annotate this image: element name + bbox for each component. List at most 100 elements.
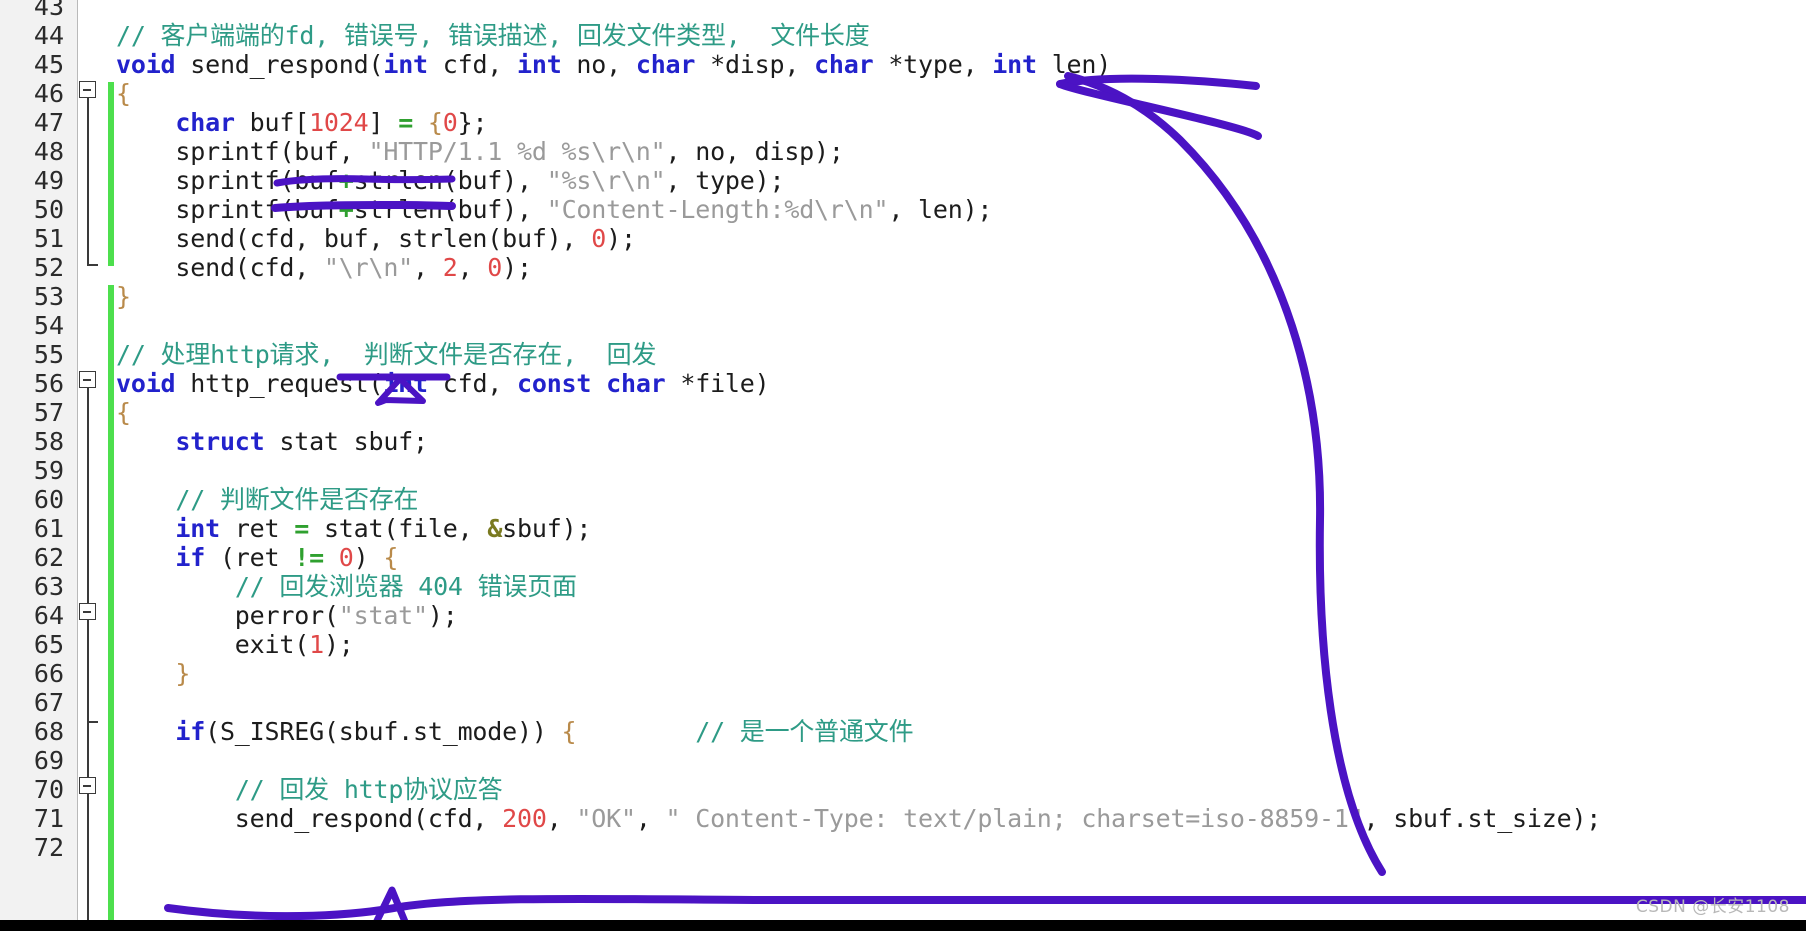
line-number: 64 xyxy=(33,601,64,630)
line-number: 66 xyxy=(33,659,64,688)
code-token: (S_ISREG(sbuf.st_mode)) xyxy=(205,717,562,746)
line-number: 45 xyxy=(33,50,64,79)
code-line-47[interactable]: char buf[1024] = {0}; xyxy=(116,108,487,137)
code-token: if xyxy=(175,717,206,746)
code-line-46[interactable]: { xyxy=(116,79,131,108)
code-line-51[interactable]: send(cfd, buf, strlen(buf), 0); xyxy=(116,224,636,253)
line-number: 68 xyxy=(33,717,64,746)
code-editor-screenshot: 43 44 45 46 47 48 49 50 51 52 53 54 55 56 57 58 59 60 61 62… xyxy=(0,0,1806,931)
code-token: ) xyxy=(353,543,384,572)
code-line-60[interactable]: // 判断文件是否存在 xyxy=(116,485,418,514)
code-token: char xyxy=(635,50,696,79)
code-token: + xyxy=(338,195,354,224)
code-token: sprintf(buf, xyxy=(116,137,369,166)
code-line-52[interactable]: send(cfd, "\r\n", 2, 0); xyxy=(116,253,532,282)
code-token: = xyxy=(294,514,310,543)
code-token: , xyxy=(546,804,577,833)
code-line-68[interactable]: if(S_ISREG(sbuf.st_mode)) { // 是一个普通文件 xyxy=(116,717,913,746)
code-token: int xyxy=(175,514,220,543)
fold-toggle-line62[interactable] xyxy=(79,603,96,620)
code-token: strlen(buf), xyxy=(353,166,547,195)
code-token: exit( xyxy=(116,630,310,659)
code-token: "OK" xyxy=(576,804,636,833)
line-number: 46 xyxy=(33,79,64,108)
code-token: }; xyxy=(457,108,488,137)
code-token: char xyxy=(814,50,874,79)
code-token: 2 xyxy=(442,253,458,282)
code-line-58[interactable]: struct stat sbuf; xyxy=(116,427,428,456)
line-number: 59 xyxy=(33,456,64,485)
line-number: 52 xyxy=(33,253,64,282)
code-line-64[interactable]: perror("stat"); xyxy=(116,601,458,630)
code-line-56[interactable]: void http_request(int cfd, const char *f… xyxy=(116,369,770,398)
fold-bracket-foot-line53 xyxy=(87,264,98,266)
code-token: , xyxy=(457,253,488,282)
code-token: ); xyxy=(427,601,458,630)
code-editor-pane[interactable]: 43 44 45 46 47 48 49 50 51 52 53 54 55 56 57 58 59 60 61 62… xyxy=(0,0,1806,922)
code-text-area[interactable]: // 客户端端的fd, 错误号, 错误描述, 回发文件类型, 文件长度 void … xyxy=(116,0,1806,922)
code-line-62[interactable]: if (ret != 0) { xyxy=(116,543,398,572)
code-line-70[interactable]: // 回发 http协议应答 xyxy=(116,775,503,804)
code-line-55[interactable]: // 处理http请求, 判断文件是否存在, 回发 xyxy=(116,340,656,369)
code-line-45[interactable]: void send_respond(int cfd, int no, char … xyxy=(116,50,1111,79)
bottom-black-bar xyxy=(0,920,1806,931)
code-token: { xyxy=(413,108,443,137)
code-token: buf[ xyxy=(234,108,310,137)
code-line-50[interactable]: sprintf(buf+strlen(buf), "Content-Length… xyxy=(116,195,992,224)
code-token: len) xyxy=(1036,50,1112,79)
fold-toggle-line46[interactable] xyxy=(79,81,96,98)
code-token: strlen(buf), xyxy=(353,195,547,224)
code-token: 1 xyxy=(309,630,324,659)
fold-toggle-line68[interactable] xyxy=(79,777,96,794)
code-line-66[interactable]: } xyxy=(116,659,190,688)
code-line-57[interactable]: { xyxy=(116,398,131,427)
code-token: & xyxy=(487,514,503,543)
fold-toggle-line57[interactable] xyxy=(79,371,96,388)
line-number: 72 xyxy=(33,833,64,862)
code-line-53[interactable]: } xyxy=(116,282,131,311)
code-line-49[interactable]: sprintf(buf+strlen(buf), "%s\r\n", type)… xyxy=(116,166,784,195)
line-number: 56 xyxy=(33,369,64,398)
code-line-48[interactable]: sprintf(buf, "HTTP/1.1 %d %s\r\n", no, d… xyxy=(116,137,844,166)
code-token: ] xyxy=(368,108,399,137)
line-number: 61 xyxy=(33,514,64,543)
csdn-watermark: CSDN @长安1108 xyxy=(1635,897,1790,917)
code-token: "Content-Length:%d\r\n" xyxy=(546,195,889,224)
code-line-63[interactable]: // 回发浏览器 404 错误页面 xyxy=(116,572,577,601)
line-number: 58 xyxy=(33,427,64,456)
code-folding-column[interactable] xyxy=(79,0,105,922)
code-line-71[interactable]: send_respond(cfd, 200, "OK", " Content-T… xyxy=(116,804,1602,833)
code-token: // 回发浏览器 404 错误页面 xyxy=(234,572,577,601)
code-token: } xyxy=(175,659,191,688)
code-token: ret xyxy=(219,514,295,543)
code-line-44[interactable]: // 客户端端的fd, 错误号, 错误描述, 回发文件类型, 文件长度 xyxy=(116,21,870,50)
line-number: 44 xyxy=(33,21,64,50)
code-token: ); xyxy=(502,253,532,282)
line-number: 60 xyxy=(33,485,64,514)
line-number: 62 xyxy=(33,543,64,572)
code-token: *file) xyxy=(665,369,770,398)
code-token: + xyxy=(338,166,354,195)
fold-bracket-line46 xyxy=(87,98,89,265)
code-token: const xyxy=(517,369,592,398)
code-token: { xyxy=(116,79,131,108)
code-token: { xyxy=(383,543,399,572)
code-token: 0 xyxy=(591,224,607,253)
code-line-65[interactable]: exit(1); xyxy=(116,630,354,659)
code-token: , xyxy=(635,804,666,833)
code-token: , sbuf.st_size); xyxy=(1363,804,1602,833)
line-number: 55 xyxy=(33,340,64,369)
code-token: // 是一个普通文件 xyxy=(695,717,914,746)
code-token: http_request( xyxy=(175,369,384,398)
code-line-61[interactable]: int ret = stat(file, &sbuf); xyxy=(116,514,591,543)
line-number: 54 xyxy=(33,311,64,340)
code-token: ( xyxy=(368,50,384,79)
line-number: 51 xyxy=(33,224,64,253)
code-token: no, xyxy=(561,50,636,79)
code-token: send_respond xyxy=(175,50,369,79)
line-number: 69 xyxy=(33,746,64,775)
code-token: cfd, xyxy=(427,369,517,398)
code-token: char xyxy=(175,108,235,137)
